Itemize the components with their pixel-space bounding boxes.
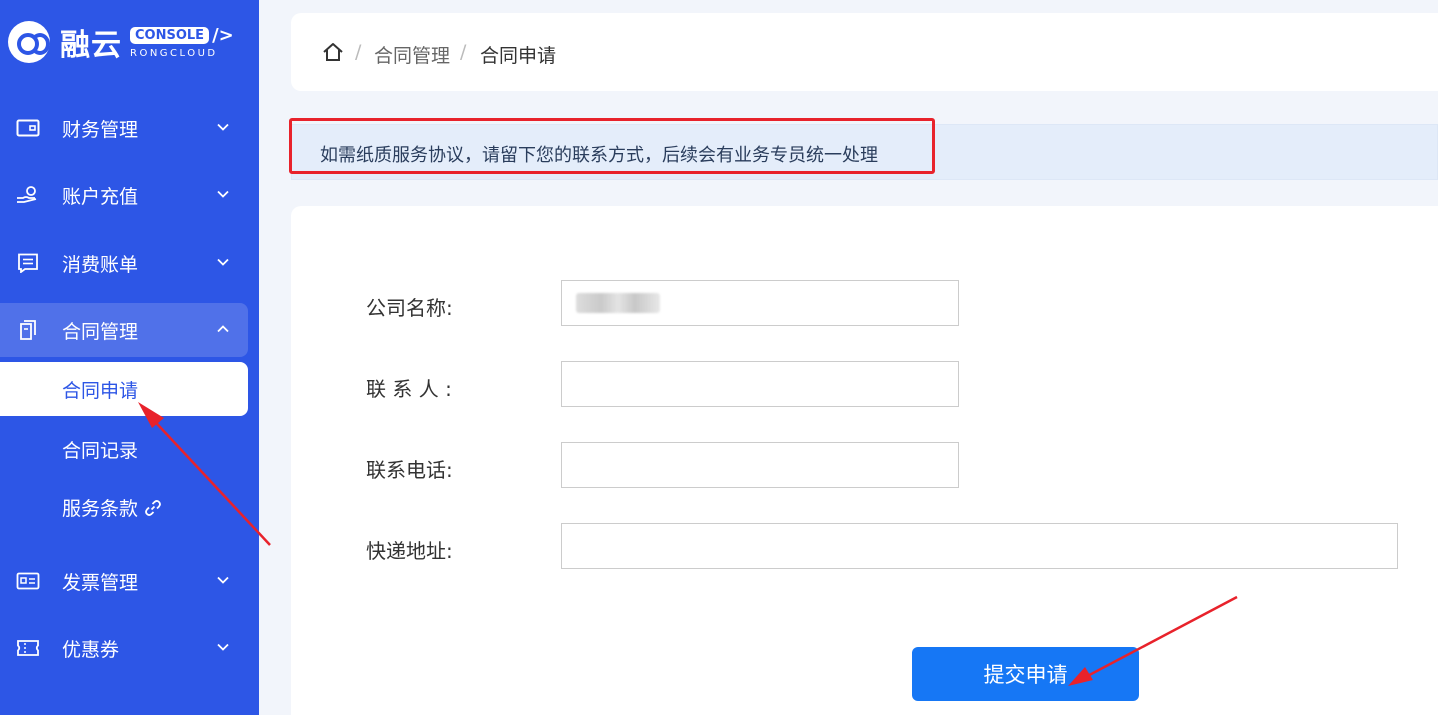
chevron-down-icon [217, 123, 229, 131]
sidebar-item-billing[interactable]: 消费账单 [0, 236, 259, 290]
logo-console-slash: /> [212, 25, 234, 46]
logo-console-text: CONSOLE [130, 27, 210, 44]
logo[interactable]: 融云 CONSOLE /> RONGCLOUD [8, 18, 234, 66]
breadcrumb-separator: / [460, 41, 467, 63]
logo-sub: RONGCLOUD [130, 48, 218, 59]
coupon-icon [17, 640, 39, 656]
chevron-down-icon [217, 576, 229, 584]
address-label: 快递地址: [366, 539, 453, 563]
contract-icon [20, 320, 36, 340]
sidebar-item-contract[interactable]: 合同管理 [0, 303, 248, 357]
breadcrumb-parent[interactable]: 合同管理 [374, 41, 450, 68]
sidebar-item-invoice[interactable]: 发票管理 [0, 554, 259, 608]
sidebar-item-recharge[interactable]: 账户充值 [0, 168, 259, 222]
phone-label: 联系电话: [366, 458, 453, 482]
sidebar-subitem-service-terms[interactable]: 服务条款 [0, 480, 248, 534]
sidebar-item-label: 优惠券 [62, 638, 120, 661]
phone-field[interactable] [561, 442, 959, 488]
wallet-icon [16, 119, 40, 137]
breadcrumb: / 合同管理 / 合同申请 [291, 13, 1438, 91]
submit-button[interactable]: 提交申请 [912, 647, 1139, 701]
contract-apply-form: 公司名称: 联 系 人 : 联系电话: 快递地址: 提交申请 [291, 206, 1438, 715]
sidebar: 融云 CONSOLE /> RONGCLOUD 财务管理 账户充值 消费账单 合… [0, 0, 259, 715]
sidebar-subitem-label: 合同申请 [62, 379, 139, 402]
sidebar-item-label: 财务管理 [62, 118, 139, 141]
sidebar-item-label: 账户充值 [62, 185, 139, 208]
link-icon [145, 499, 161, 516]
sidebar-subitem-label: 合同记录 [62, 439, 139, 462]
sidebar-item-coupon[interactable]: 优惠券 [0, 621, 259, 675]
service-terms-text: 服务条款 [62, 497, 139, 520]
chevron-up-icon [217, 325, 229, 333]
annotation-highlight-box [289, 118, 935, 174]
contact-label: 联 系 人 : [366, 377, 452, 401]
breadcrumb-separator: / [355, 41, 362, 63]
logo-console: CONSOLE /> RONGCLOUD [130, 25, 234, 59]
chevron-down-icon [217, 643, 229, 651]
company-name-field[interactable] [561, 280, 959, 326]
contact-person-field[interactable] [561, 361, 959, 407]
company-label: 公司名称: [366, 296, 453, 320]
redacted-value [576, 293, 660, 313]
home-icon[interactable] [322, 41, 344, 63]
sidebar-item-finance[interactable]: 财务管理 [0, 101, 259, 155]
address-field[interactable] [561, 523, 1398, 569]
bill-icon [18, 253, 38, 273]
sidebar-subitem-label: 服务条款 [62, 494, 162, 521]
rongcloud-logo-icon [8, 21, 50, 63]
sidebar-item-label: 发票管理 [62, 571, 139, 594]
sidebar-item-label: 消费账单 [62, 253, 139, 276]
hand-coin-icon [17, 186, 37, 203]
sidebar-item-label: 合同管理 [62, 320, 139, 343]
chevron-down-icon [217, 190, 229, 198]
logo-brand: 融云 [60, 28, 122, 63]
breadcrumb-current: 合同申请 [480, 45, 557, 67]
invoice-icon [16, 572, 40, 590]
sidebar-subitem-contract-records[interactable]: 合同记录 [0, 422, 248, 476]
sidebar-subitem-contract-apply[interactable]: 合同申请 [0, 362, 248, 416]
chevron-down-icon [217, 258, 229, 266]
